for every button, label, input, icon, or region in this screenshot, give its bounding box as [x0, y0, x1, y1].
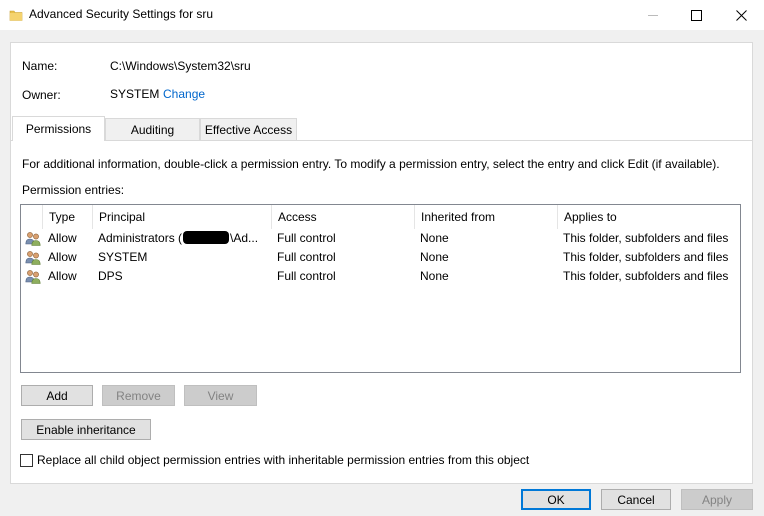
apply-button[interactable]: Apply — [681, 489, 753, 510]
name-value: C:\Windows\System32\sru — [110, 59, 251, 73]
cell-inherited-from: None — [420, 231, 449, 245]
name-label: Name: — [22, 59, 58, 73]
cell-principal: SYSTEM — [98, 250, 148, 264]
cell-type: Allow — [48, 231, 77, 245]
redaction-block — [183, 231, 230, 244]
ok-button[interactable]: OK — [521, 489, 591, 510]
column-header-inherited-from[interactable]: Inherited from — [415, 205, 558, 229]
cell-principal: DPS — [98, 269, 123, 283]
info-text: For additional information, double-click… — [22, 157, 720, 171]
change-owner-link[interactable]: Change — [163, 87, 205, 101]
column-header-applies-to[interactable]: Applies to — [558, 205, 740, 229]
cancel-button[interactable]: Cancel — [601, 489, 671, 510]
minimize-button[interactable] — [631, 0, 675, 30]
owner-label: Owner: — [22, 88, 61, 102]
tab-permissions[interactable]: Permissions — [12, 116, 105, 141]
folder-icon — [9, 10, 23, 21]
cell-inherited-from: None — [420, 250, 449, 264]
user-group-icon — [25, 251, 41, 265]
view-button[interactable]: View — [184, 385, 257, 406]
column-header-access[interactable]: Access — [272, 205, 415, 229]
cell-inherited-from: None — [420, 269, 449, 283]
cell-applies-to: This folder, subfolders and files — [563, 250, 729, 264]
table-row[interactable]: Allow SYSTEM Full control None This fold… — [21, 248, 740, 267]
tab-effective-access[interactable]: Effective Access — [200, 118, 297, 140]
principal-suffix: \Ad... — [230, 231, 259, 245]
tab-auditing[interactable]: Auditing — [105, 118, 200, 140]
owner-value: SYSTEM — [110, 87, 160, 101]
close-icon — [735, 9, 747, 21]
cell-type: Allow — [48, 269, 77, 283]
cell-applies-to: This folder, subfolders and files — [563, 269, 729, 283]
column-header-icon[interactable] — [21, 205, 43, 229]
user-group-icon — [25, 232, 41, 246]
replace-child-permissions-label[interactable]: Replace all child object permission entr… — [37, 453, 529, 467]
cell-access: Full control — [277, 250, 336, 264]
replace-child-permissions-checkbox[interactable] — [20, 454, 33, 467]
maximize-icon — [690, 9, 702, 21]
window-title: Advanced Security Settings for sru — [29, 7, 214, 21]
column-header-type[interactable]: Type — [43, 205, 93, 229]
principal-name: Administrators ( — [98, 231, 183, 245]
cell-principal: Administrators ( \Ad... — [98, 231, 258, 245]
column-header-principal[interactable]: Principal — [93, 205, 272, 229]
enable-inheritance-button[interactable]: Enable inheritance — [21, 419, 151, 440]
cell-type: Allow — [48, 250, 77, 264]
minimize-icon — [647, 14, 658, 16]
maximize-button[interactable] — [674, 0, 718, 30]
cell-access: Full control — [277, 269, 336, 283]
cell-access: Full control — [277, 231, 336, 245]
tab-divider — [10, 140, 753, 141]
cell-applies-to: This folder, subfolders and files — [563, 231, 729, 245]
close-button[interactable] — [719, 0, 763, 30]
table-row[interactable]: Allow DPS Full control None This folder,… — [21, 267, 740, 286]
table-row[interactable]: Allow Administrators ( \Ad... Full contro… — [21, 229, 740, 248]
add-button[interactable]: Add — [21, 385, 93, 406]
permission-entries-label: Permission entries: — [22, 183, 125, 197]
user-group-icon — [25, 270, 41, 284]
title-bar: Advanced Security Settings for sru — [0, 0, 764, 30]
remove-button[interactable]: Remove — [102, 385, 175, 406]
permission-entries-list[interactable]: Type Principal Access Inherited from App… — [20, 204, 741, 373]
